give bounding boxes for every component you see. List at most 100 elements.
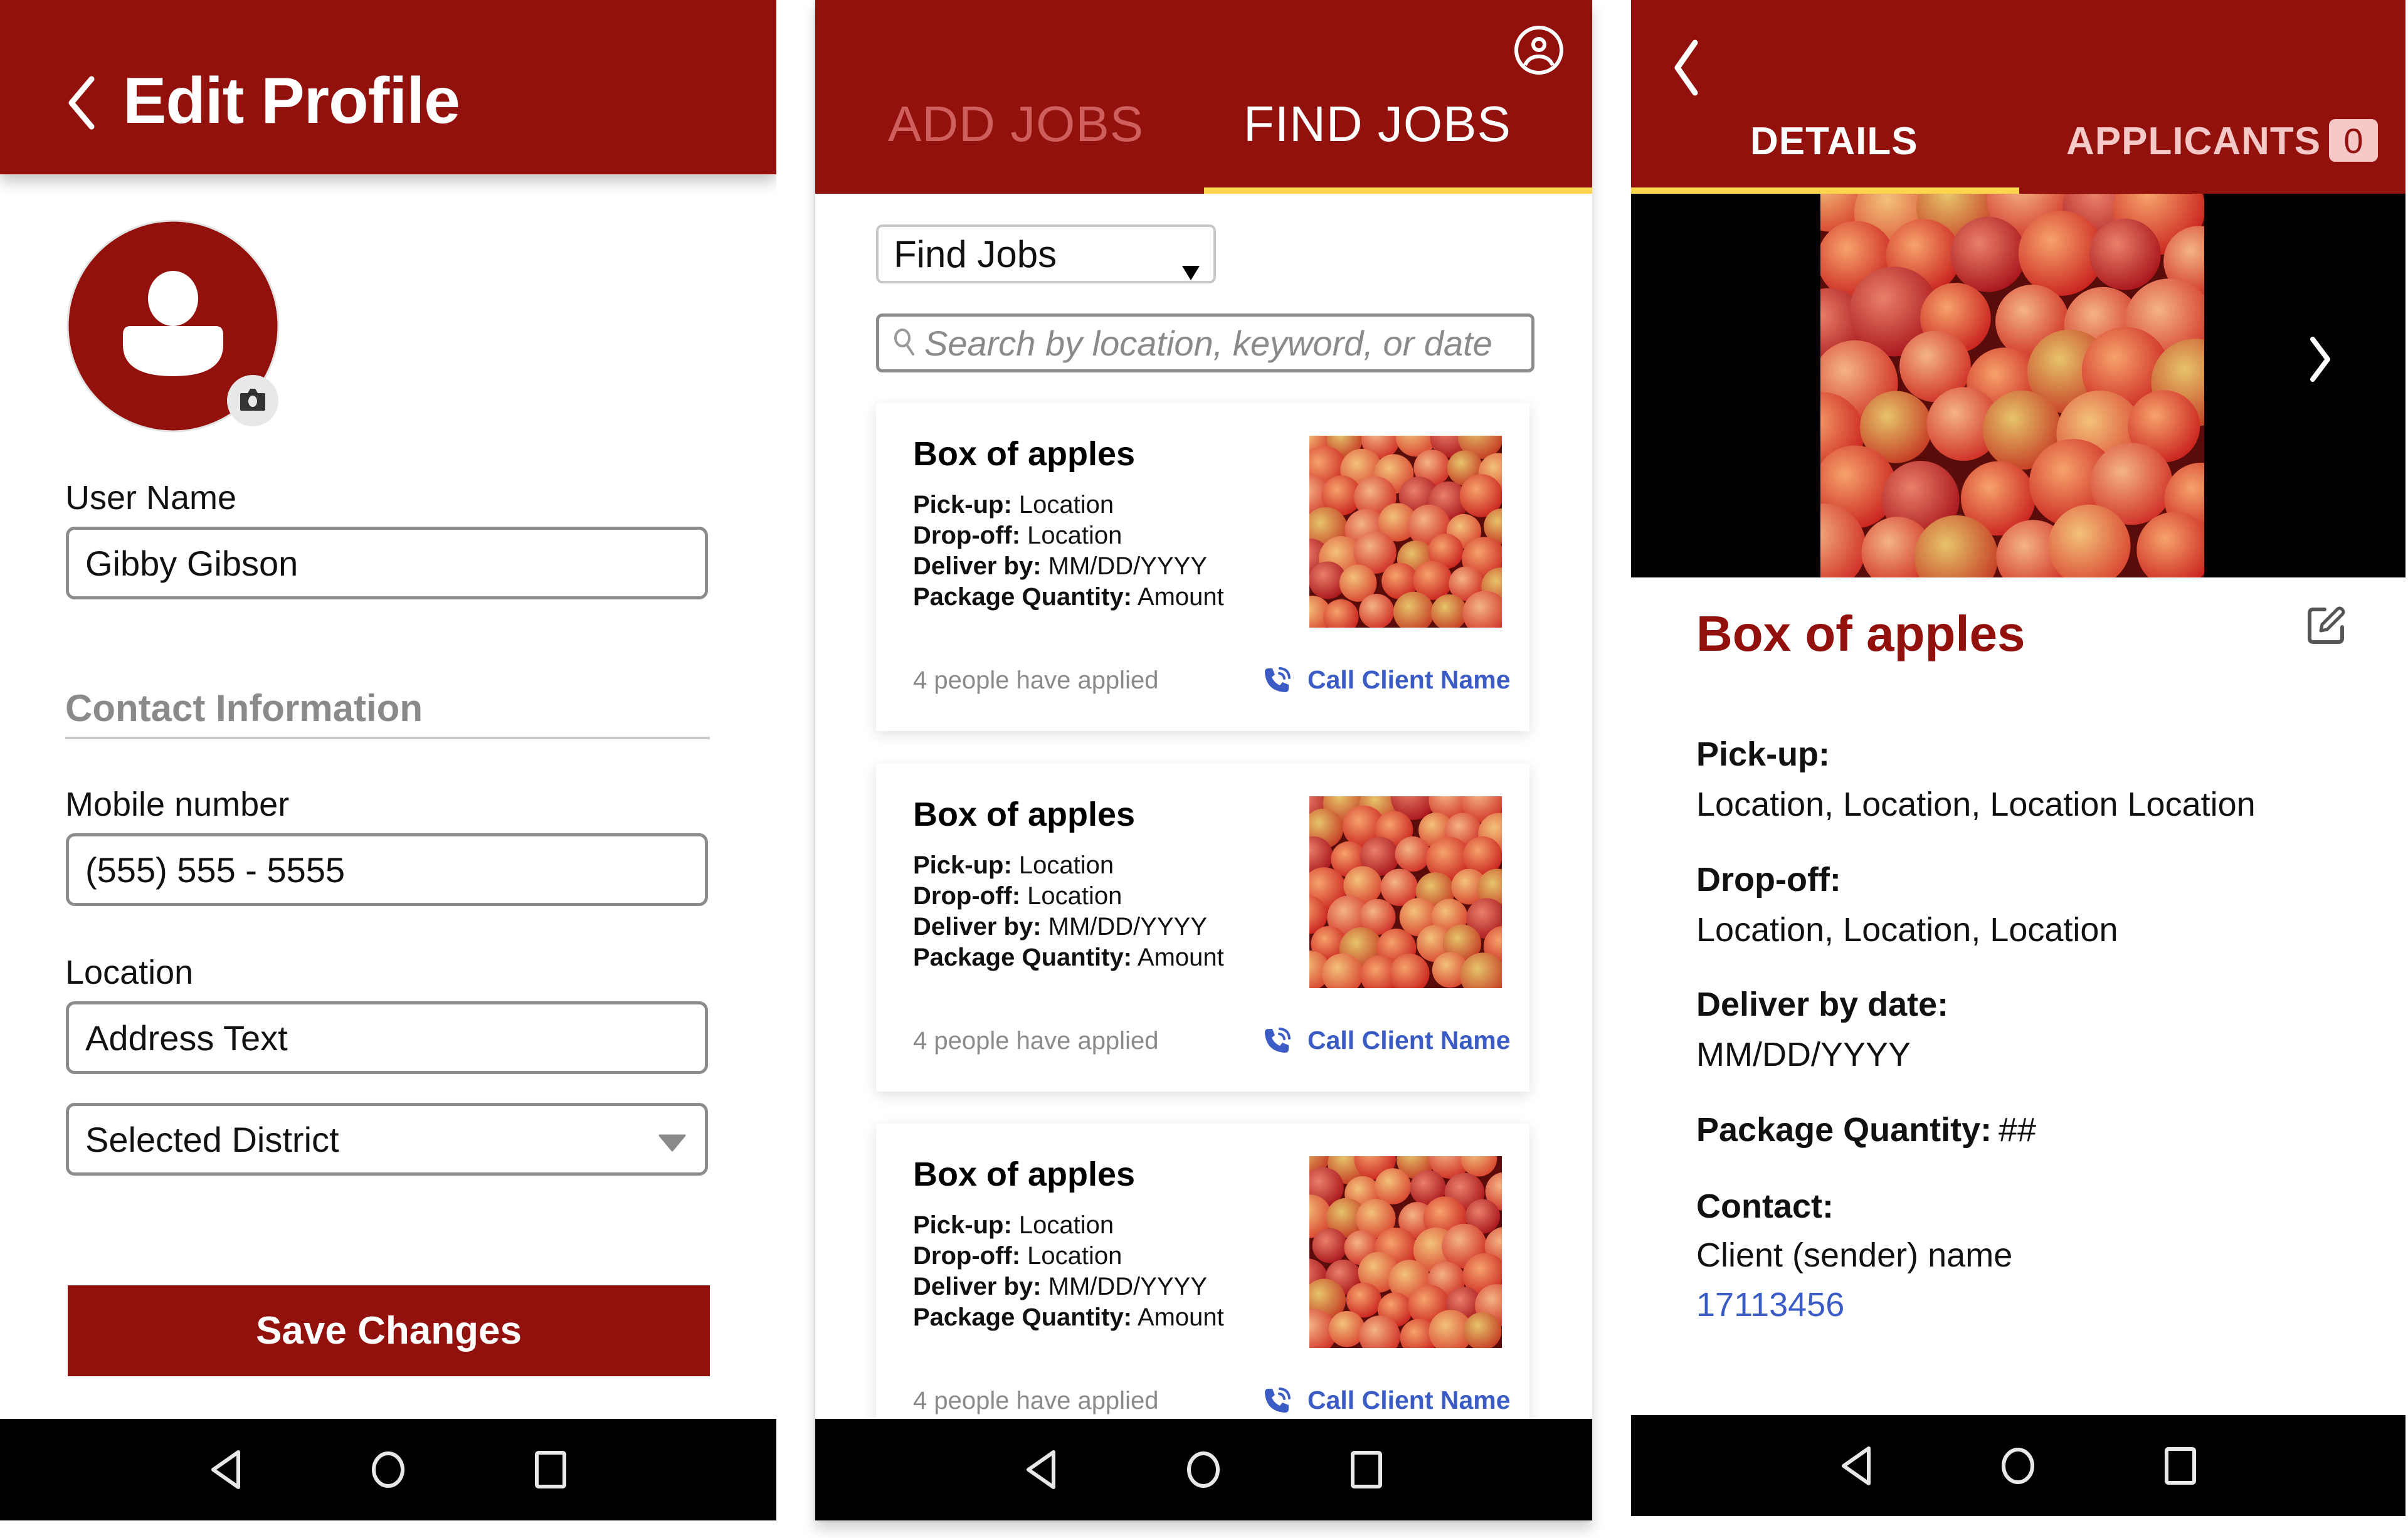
apple-shape: [1375, 1168, 1412, 1204]
tab-applicants[interactable]: APPLICANTS: [2066, 119, 2321, 164]
contact-information-heading: Contact Information: [65, 687, 423, 729]
call-client-link[interactable]: Call Client Name: [1262, 1026, 1511, 1055]
chevron-right-icon[interactable]: [2308, 335, 2333, 386]
edit-profile-screen: Edit Profile User Name Gibby Gibson Cont…: [0, 0, 776, 1520]
active-tab-indicator: [1204, 187, 1592, 194]
apple-shape: [1359, 594, 1395, 628]
mobile-number-value: (555) 555 - 5555: [85, 850, 346, 890]
applicants-count: 4 people have applied: [913, 1027, 1159, 1055]
pickup-label: Pick-up:: [913, 851, 1012, 879]
nav-back-icon[interactable]: [207, 1449, 245, 1490]
apples-photo: [1820, 194, 2204, 577]
quantity-label: Package Quantity:: [913, 1304, 1133, 1331]
phone-call-icon: [1265, 666, 1291, 692]
user-name-value: Gibby Gibson: [85, 543, 298, 583]
contact-name: Client (sender) name: [1696, 1236, 2013, 1274]
job-meta: Pick-up: Location Drop-off: Location Del…: [913, 850, 1224, 973]
dropoff-value: Location: [1027, 522, 1122, 549]
page-title: Edit Profile: [123, 65, 460, 137]
dropdown-triangle-icon: [658, 1119, 686, 1160]
tab-details[interactable]: DETAILS: [1750, 119, 1918, 164]
job-card[interactable]: Box of apples Pick-up: Location Drop-off…: [876, 403, 1529, 731]
call-client-link[interactable]: Call Client Name: [1262, 1386, 1511, 1415]
search-placeholder: Search by location, keyword, or date: [924, 323, 1492, 363]
quantity-label: Package Quantity:: [913, 583, 1133, 611]
apple-shape: [1329, 1310, 1365, 1347]
applicants-count: 4 people have applied: [913, 666, 1159, 694]
apples-photo: [1309, 436, 1502, 628]
mobile-number-input[interactable]: (555) 555 - 5555: [66, 833, 708, 906]
quantity-value: ##: [1999, 1111, 2037, 1149]
quantity-value: Amount: [1137, 1304, 1224, 1331]
nav-home-icon[interactable]: [1185, 1449, 1222, 1490]
account-circle-icon[interactable]: [1513, 24, 1565, 80]
user-name-input[interactable]: Gibby Gibson: [66, 527, 708, 599]
call-client-label: Call Client Name: [1307, 665, 1511, 694]
nav-recents-icon[interactable]: [2162, 1445, 2199, 1487]
nav-back-icon[interactable]: [1022, 1449, 1060, 1490]
nav-recents-icon[interactable]: [532, 1449, 569, 1490]
chevron-left-icon[interactable]: [1672, 38, 1700, 101]
nav-back-icon[interactable]: [1837, 1445, 1875, 1487]
quantity-value: Amount: [1137, 583, 1224, 611]
district-select[interactable]: Selected District: [66, 1103, 708, 1176]
dropoff-label: Drop-off:: [913, 522, 1021, 549]
job-title: Box of apples: [913, 435, 1136, 473]
pickup-label: Pick-up:: [1696, 735, 1830, 773]
edit-icon[interactable]: [2303, 603, 2348, 651]
app-bar: Edit Profile: [0, 0, 776, 174]
pickup-value: Location: [1018, 491, 1114, 519]
change-photo-button[interactable]: [227, 375, 278, 426]
job-filter-select[interactable]: Find Jobs: [876, 224, 1216, 283]
job-meta: Pick-up: Location Drop-off: Location Del…: [913, 490, 1224, 613]
chevron-left-icon[interactable]: [65, 74, 98, 135]
dropoff-value: Location: [1027, 1242, 1122, 1270]
quantity-label: Package Quantity:: [913, 944, 1133, 971]
nav-home-icon[interactable]: [1999, 1445, 2037, 1487]
deliver-by-value: MM/DD/YYYY: [1048, 1273, 1208, 1300]
call-client-label: Call Client Name: [1307, 1026, 1511, 1055]
system-nav-bar: [815, 1419, 1592, 1520]
dropoff-label: Drop-off:: [1696, 861, 1841, 898]
pickup-value: Location, Location, Location Location: [1696, 786, 2256, 823]
user-name-label: User Name: [65, 479, 237, 517]
apple-shape: [2089, 218, 2161, 290]
quantity-label: Package Quantity:: [1696, 1111, 1992, 1149]
pickup-label: Pick-up:: [913, 491, 1012, 519]
contact-phone-link[interactable]: 17113456: [1696, 1285, 1844, 1324]
location-label: Location: [65, 954, 194, 991]
dropdown-triangle-icon: [1181, 247, 1201, 290]
call-client-link[interactable]: Call Client Name: [1262, 665, 1511, 695]
job-details-screen: DETAILS APPLICANTS 0 Box of apples Pick-…: [1631, 0, 2405, 1516]
dropoff-value: Location: [1027, 882, 1122, 910]
deliver-by-label: Deliver by:: [913, 1273, 1042, 1300]
pickup-value: Location: [1018, 1211, 1114, 1239]
apples-photo: [1309, 1156, 1502, 1348]
tab-add-jobs[interactable]: ADD JOBS: [888, 95, 1144, 153]
search-input[interactable]: Search by location, keyword, or date: [876, 313, 1534, 372]
camera-icon: [239, 387, 267, 415]
dropoff-label: Drop-off:: [913, 1242, 1021, 1270]
app-bar: DETAILS APPLICANTS 0: [1631, 0, 2405, 194]
deliver-by-label: Deliver by:: [913, 552, 1042, 580]
job-card[interactable]: Box of apples Pick-up: Location Drop-off…: [876, 1124, 1529, 1451]
nav-recents-icon[interactable]: [1348, 1449, 1385, 1490]
address-value: Address Text: [85, 1018, 288, 1058]
deliver-by-label: Deliver by date:: [1696, 986, 1949, 1023]
job-title: Box of apples: [1696, 606, 2025, 661]
pickup-label: Pick-up:: [913, 1211, 1012, 1239]
job-card[interactable]: Box of apples Pick-up: Location Drop-off…: [876, 764, 1529, 1092]
deliver-by-label: Deliver by:: [913, 913, 1042, 940]
call-client-label: Call Client Name: [1307, 1386, 1511, 1414]
dropoff-value: Location, Location, Location: [1696, 911, 2118, 949]
save-changes-button[interactable]: Save Changes: [68, 1285, 710, 1376]
tab-find-jobs[interactable]: FIND JOBS: [1244, 95, 1511, 153]
search-icon: [893, 327, 916, 360]
nav-home-icon[interactable]: [369, 1449, 407, 1490]
active-tab-indicator: [1631, 187, 2019, 194]
pickup-value: Location: [1018, 851, 1114, 879]
phone-call-icon: [1265, 1387, 1291, 1413]
address-input[interactable]: Address Text: [66, 1001, 708, 1074]
quantity-value: Amount: [1137, 944, 1224, 971]
apple-shape: [1312, 1228, 1348, 1263]
